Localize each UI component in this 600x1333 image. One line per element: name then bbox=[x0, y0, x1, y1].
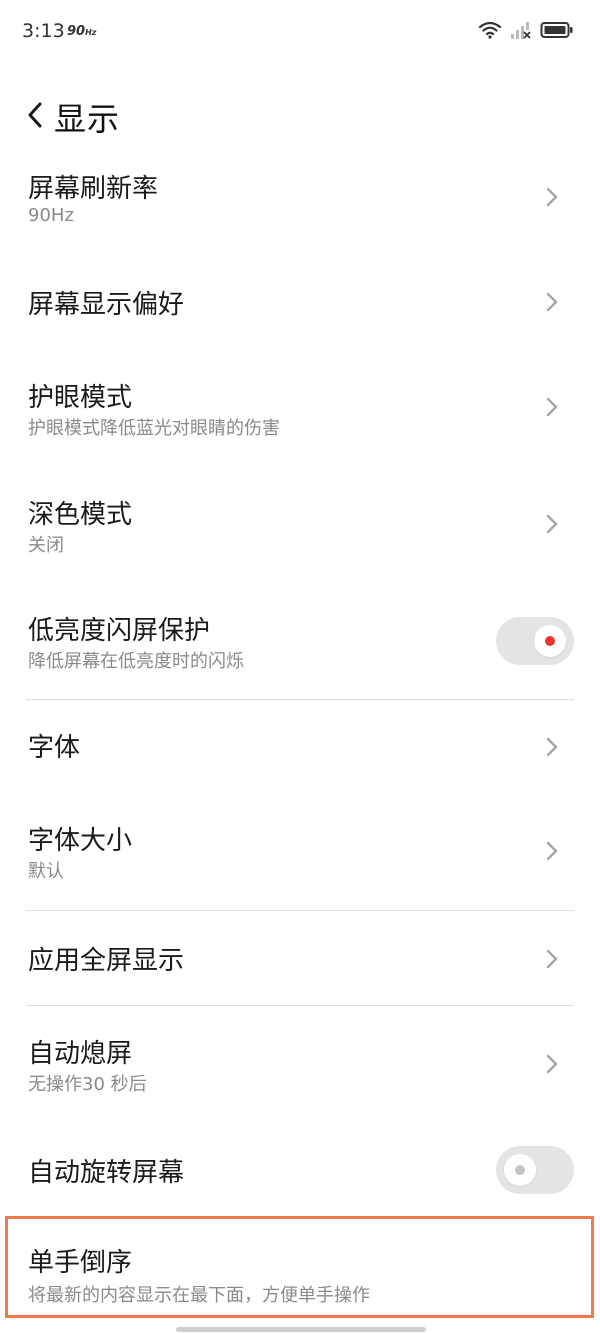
setting-subtitle: 将最新的内容显示在最下面，方便单手操作 bbox=[28, 1285, 370, 1306]
setting-item-refresh-rate[interactable]: 屏幕刷新率 90Hz bbox=[0, 160, 600, 260]
setting-item-font-size[interactable]: 字体大小 默认 bbox=[0, 812, 600, 892]
chevron-right-icon bbox=[544, 186, 560, 208]
section-divider bbox=[26, 699, 574, 700]
home-indicator[interactable] bbox=[176, 1327, 426, 1332]
chevron-right-icon bbox=[544, 513, 560, 535]
chevron-right-icon bbox=[544, 948, 560, 970]
auto-rotate-toggle[interactable] bbox=[496, 1146, 574, 1194]
setting-title: 应用全屏显示 bbox=[28, 946, 185, 976]
toggle-off-dot bbox=[515, 1165, 525, 1175]
toggle-on-dot bbox=[545, 636, 555, 646]
setting-title: 单手倒序 bbox=[28, 1248, 133, 1278]
status-icons bbox=[478, 20, 574, 44]
section-divider bbox=[26, 1005, 574, 1006]
setting-title: 字体 bbox=[28, 733, 81, 763]
setting-item-dark-mode[interactable]: 深色模式 关闭 bbox=[0, 482, 600, 572]
setting-subtitle: 默认 bbox=[28, 861, 64, 882]
setting-subtitle: 无操作30 秒后 bbox=[28, 1074, 147, 1095]
status-time: 3:13 bbox=[22, 20, 65, 42]
setting-title: 低亮度闪屏保护 bbox=[28, 616, 211, 646]
setting-subtitle: 关闭 bbox=[28, 535, 64, 556]
setting-item-low-brightness-flicker: 低亮度闪屏保护 降低屏幕在低亮度时的闪烁 bbox=[0, 598, 600, 688]
setting-item-one-hand-reverse[interactable]: 单手倒序 将最新的内容显示在最下面，方便单手操作 bbox=[0, 1232, 600, 1312]
setting-title: 屏幕刷新率 bbox=[28, 174, 159, 204]
setting-title: 深色模式 bbox=[28, 500, 133, 530]
setting-item-auto-rotate: 自动旋转屏幕 bbox=[0, 1132, 600, 1208]
setting-title: 自动熄屏 bbox=[28, 1039, 133, 1069]
setting-item-display-preference[interactable]: 屏幕显示偏好 bbox=[0, 270, 600, 340]
setting-title: 自动旋转屏幕 bbox=[28, 1158, 185, 1188]
battery-icon bbox=[540, 20, 574, 44]
toggle-knob bbox=[534, 625, 566, 657]
setting-item-app-fullscreen[interactable]: 应用全屏显示 bbox=[0, 926, 600, 992]
setting-item-auto-screen-off[interactable]: 自动熄屏 无操作30 秒后 bbox=[0, 1025, 600, 1111]
chevron-right-icon bbox=[544, 840, 560, 862]
setting-subtitle: 降低屏幕在低亮度时的闪烁 bbox=[28, 651, 244, 672]
chevron-right-icon bbox=[544, 396, 560, 418]
setting-title: 护眼模式 bbox=[28, 383, 133, 413]
setting-subtitle: 护眼模式降低蓝光对眼睛的伤害 bbox=[28, 418, 280, 439]
page-title: 显示 bbox=[54, 100, 121, 138]
setting-item-font[interactable]: 字体 bbox=[0, 715, 600, 781]
wifi-icon bbox=[478, 20, 502, 44]
chevron-right-icon bbox=[544, 291, 560, 313]
setting-subtitle: 90Hz bbox=[28, 205, 74, 226]
setting-item-eye-protection[interactable]: 护眼模式 护眼模式降低蓝光对眼睛的伤害 bbox=[0, 365, 600, 455]
setting-title: 屏幕显示偏好 bbox=[28, 290, 185, 320]
chevron-right-icon bbox=[544, 1053, 560, 1075]
back-icon[interactable] bbox=[24, 100, 46, 130]
chevron-right-icon bbox=[544, 736, 560, 758]
signal-icon bbox=[510, 20, 532, 44]
toggle-knob bbox=[504, 1154, 536, 1186]
status-bar: 3:13 90Hz bbox=[0, 0, 600, 64]
page-header: 显示 bbox=[0, 88, 600, 144]
setting-title: 字体大小 bbox=[28, 826, 133, 856]
section-divider bbox=[26, 910, 574, 911]
flicker-protection-toggle[interactable] bbox=[496, 617, 574, 665]
status-refresh-rate: 90Hz bbox=[67, 24, 97, 39]
